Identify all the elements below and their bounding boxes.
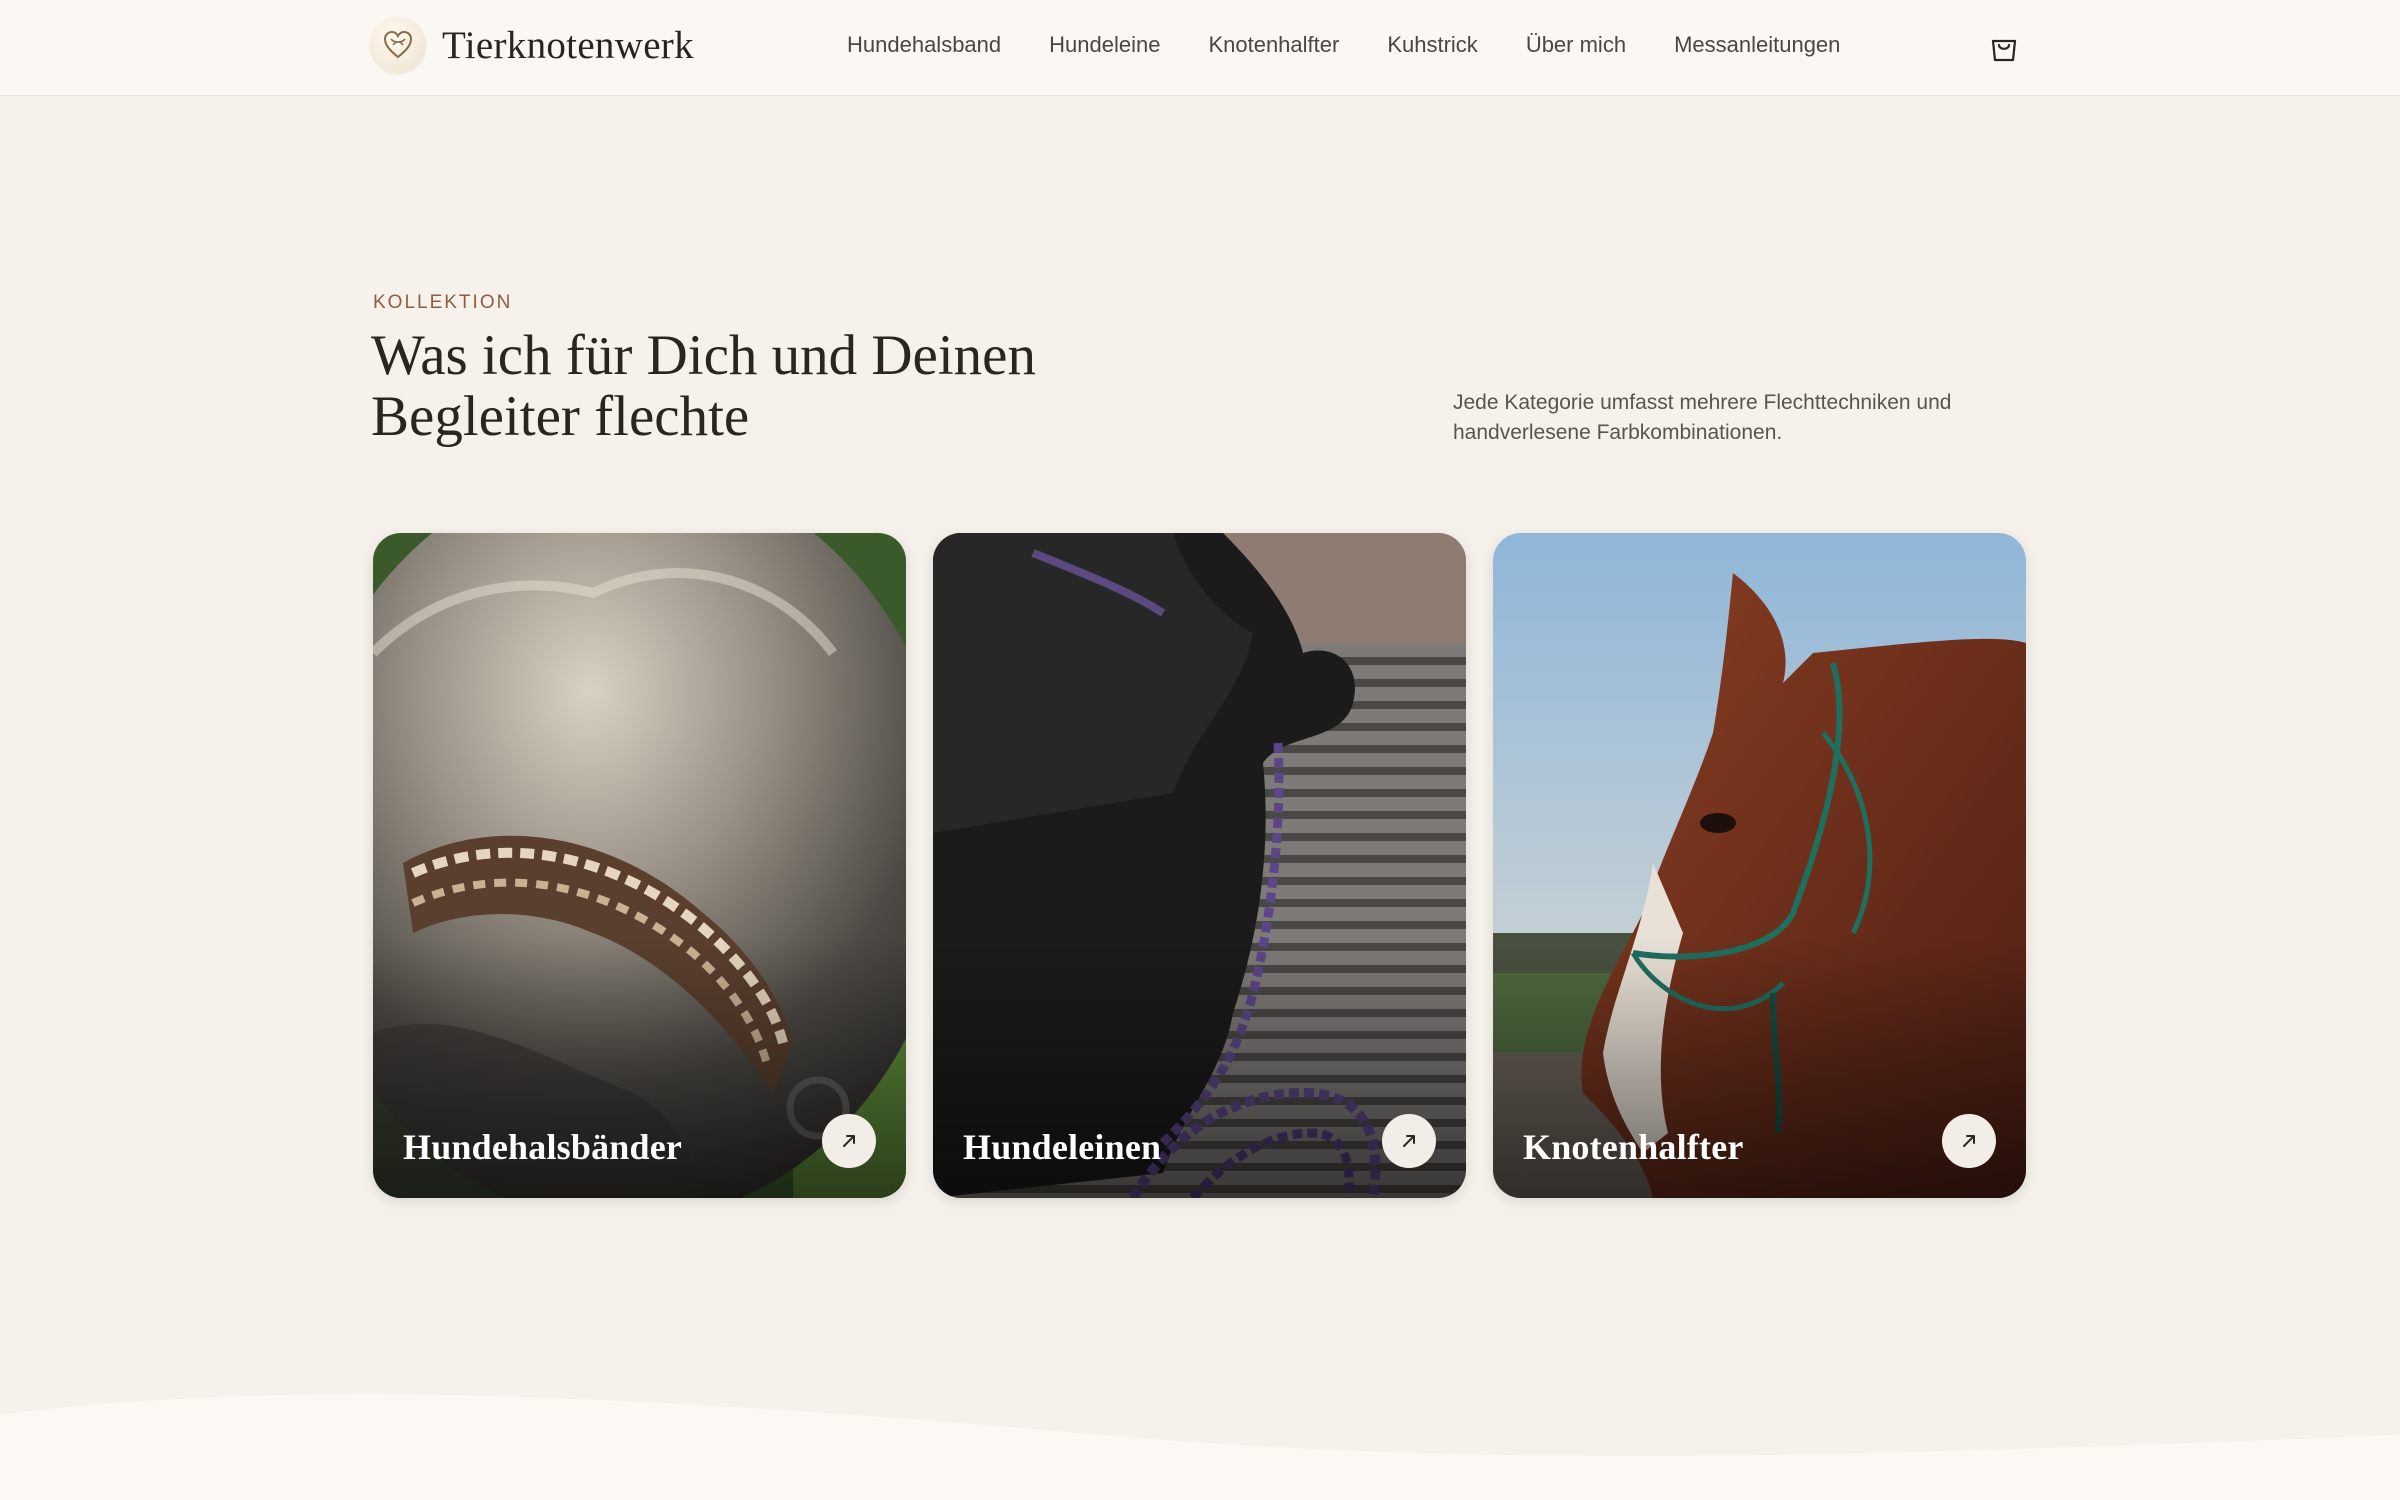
shopping-bag-icon[interactable] [1988,32,2020,64]
nav-item-messanleitungen[interactable]: Messanleitungen [1674,32,1840,58]
nav-item-hundeleine[interactable]: Hundeleine [1049,32,1160,58]
arrow-up-right-icon[interactable] [1382,1114,1436,1168]
category-card-hundeleinen[interactable]: Hundeleinen [933,533,1466,1198]
card-title: Hundeleinen [963,1127,1162,1167]
section-headline: Was ich für Dich und Deinen Begleiter fl… [371,324,1036,448]
site-header: Tierknotenwerk Hundehalsband Hundeleine … [0,0,2400,96]
brand-logo-link[interactable]: Tierknotenwerk [370,17,694,73]
footer-wave [0,1394,2400,1500]
nav-item-hundehalsband[interactable]: Hundehalsband [847,32,1001,58]
heart-knot-logo-icon [370,17,426,73]
arrow-up-right-icon[interactable] [1942,1114,1996,1168]
main-nav: Hundehalsband Hundeleine Knotenhalfter K… [847,32,1840,58]
card-title: Hundehalsbänder [403,1127,683,1167]
nav-item-knotenhalfter[interactable]: Knotenhalfter [1208,32,1339,58]
brand-name: Tierknotenwerk [442,23,694,67]
category-card-hundehalsbaender[interactable]: Hundehalsbänder [373,533,906,1198]
arrow-up-right-icon[interactable] [822,1114,876,1168]
nav-item-kuhstrick[interactable]: Kuhstrick [1387,32,1477,58]
category-card-knotenhalfter[interactable]: Knotenhalfter [1493,533,2026,1198]
nav-item-ueber-mich[interactable]: Über mich [1526,32,1626,58]
card-title: Knotenhalfter [1523,1127,1744,1167]
section-intro: Jede Kategorie umfasst mehrere Flechttec… [1453,391,1952,444]
section-eyebrow: KOLLEKTION [373,292,513,313]
category-cards: Hundehalsbänder Hundeleinen Knotenhalfte… [373,533,2026,1198]
